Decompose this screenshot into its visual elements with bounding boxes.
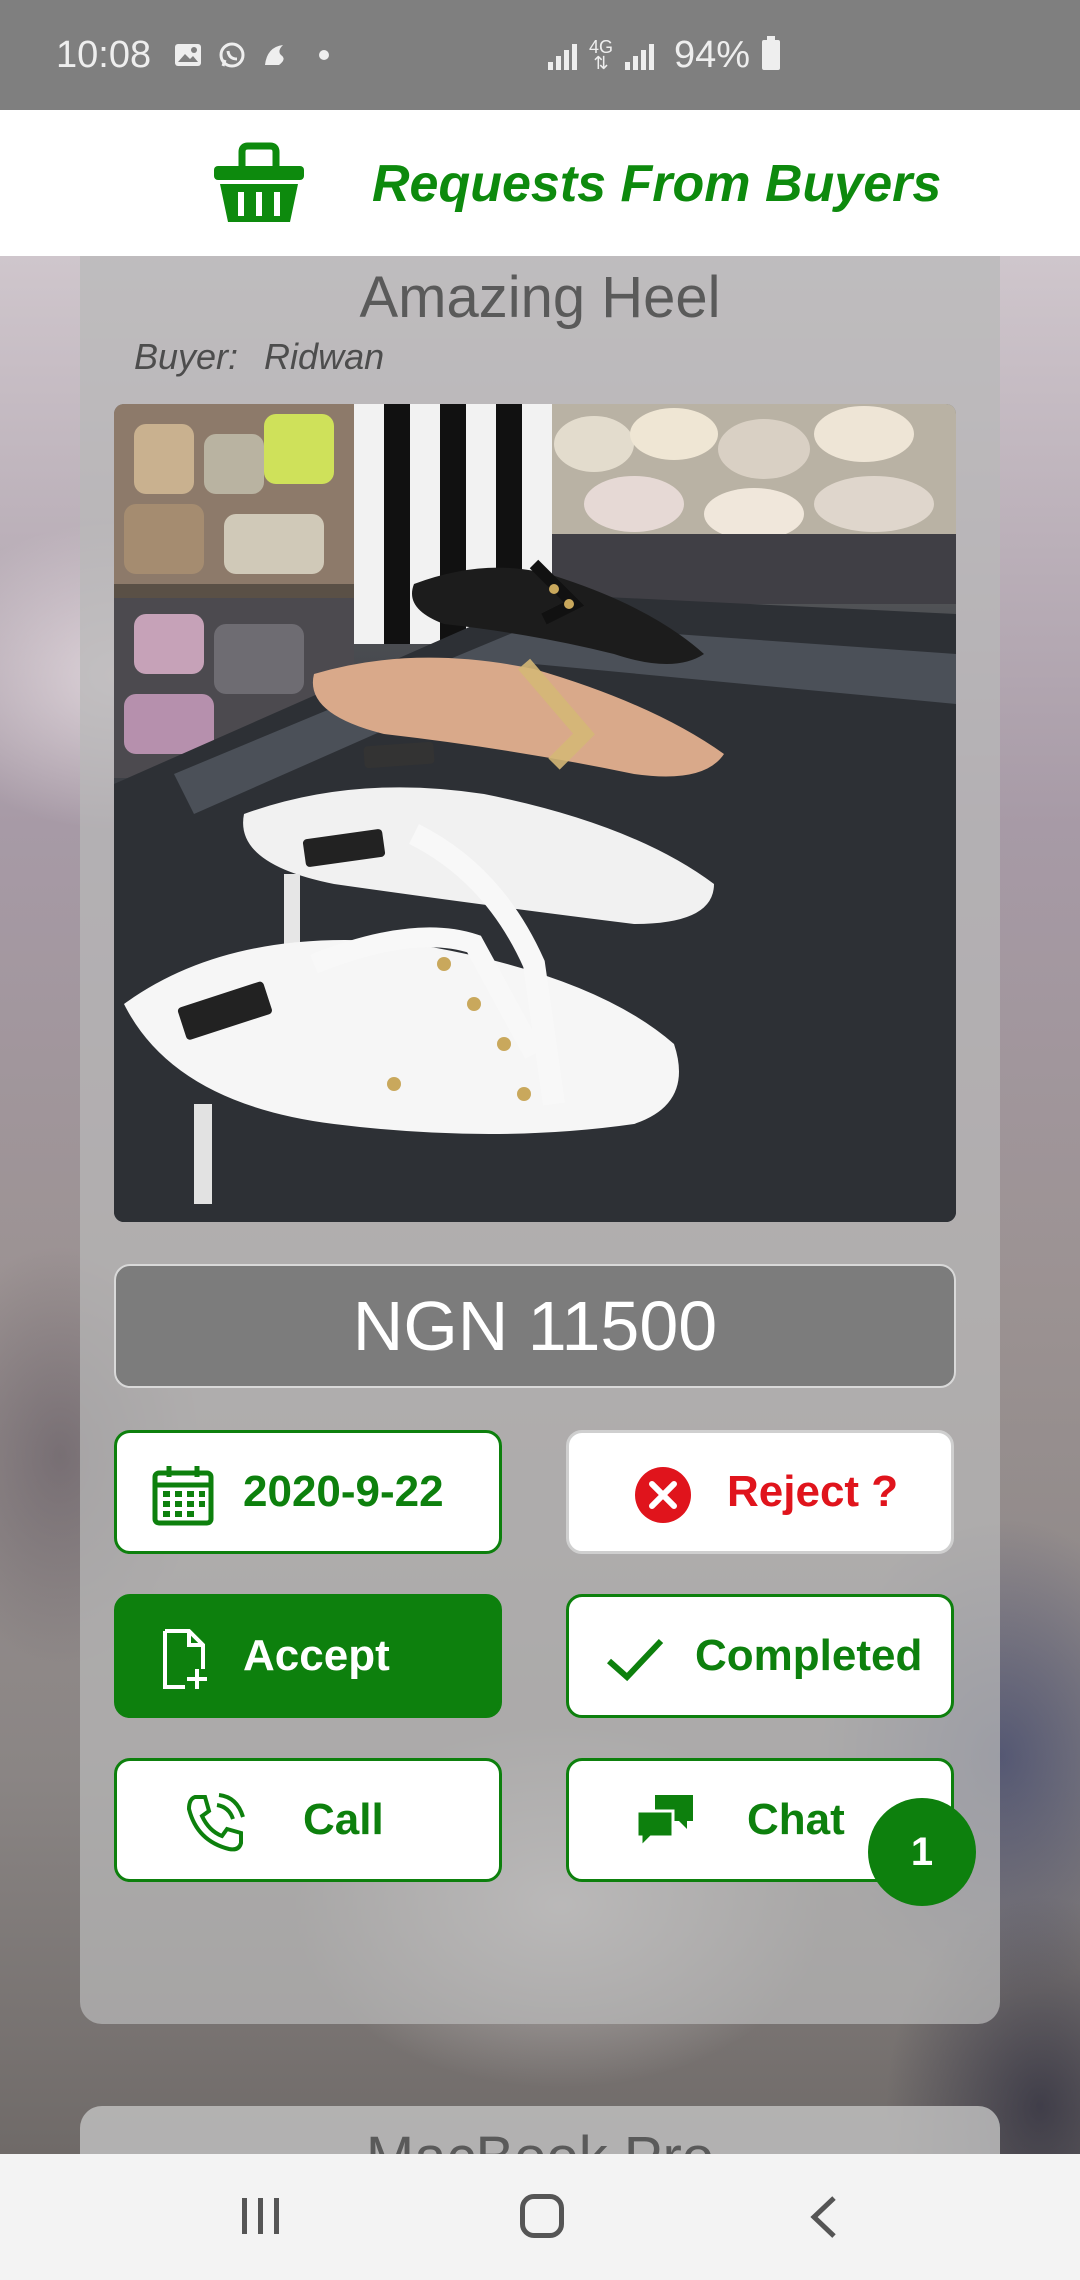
gallery-icon bbox=[175, 44, 202, 66]
reject-button[interactable]: Reject ? bbox=[566, 1430, 954, 1554]
call-button[interactable]: Call bbox=[114, 1758, 502, 1882]
chat-label: Chat bbox=[747, 1795, 845, 1844]
phone-icon bbox=[186, 1793, 245, 1852]
reject-label: Reject ? bbox=[727, 1467, 899, 1516]
completed-button[interactable]: Completed bbox=[566, 1594, 954, 1718]
request-card: Amazing Heel Buyer: Ridwan NGN 11500 202… bbox=[80, 256, 1000, 2024]
chat-bubbles-icon bbox=[635, 1795, 693, 1851]
page-title: Requests From Buyers bbox=[372, 155, 942, 213]
product-image[interactable] bbox=[114, 404, 956, 1222]
signal-icon-2 bbox=[625, 40, 655, 70]
product-photo-illustration bbox=[114, 404, 956, 1222]
app-header: Requests From Buyers bbox=[0, 110, 1080, 256]
accept-button[interactable]: Accept bbox=[114, 1594, 502, 1718]
price-display: NGN 11500 bbox=[114, 1264, 956, 1388]
calendar-icon bbox=[152, 1466, 214, 1526]
accept-label: Accept bbox=[243, 1631, 390, 1680]
date-button[interactable]: 2020-9-22 bbox=[114, 1430, 502, 1554]
buyer-name: Ridwan bbox=[264, 336, 385, 377]
check-icon bbox=[607, 1638, 664, 1682]
network-type-icon: 4G ⇅ bbox=[589, 37, 614, 73]
status-time: 10:08 bbox=[56, 33, 152, 76]
battery-icon bbox=[762, 36, 781, 70]
status-bar: 10:08 4G ⇅ 94% bbox=[0, 0, 1080, 110]
basket-icon bbox=[214, 142, 304, 222]
app-notification-icon bbox=[265, 45, 284, 65]
system-navigation-bar bbox=[0, 2154, 1080, 2280]
system-indicators: 4G ⇅ 94% bbox=[548, 0, 781, 110]
whatsapp-icon bbox=[219, 42, 245, 68]
buyer-row: Buyer: Ridwan bbox=[134, 336, 384, 378]
close-circle-icon bbox=[635, 1467, 691, 1523]
file-add-icon bbox=[163, 1629, 207, 1689]
back-icon[interactable] bbox=[806, 2194, 840, 2240]
date-label: 2020-9-22 bbox=[243, 1467, 444, 1516]
unread-chat-badge: 1 bbox=[868, 1798, 976, 1906]
notification-icons bbox=[173, 41, 330, 69]
home-icon[interactable] bbox=[520, 2194, 564, 2238]
completed-label: Completed bbox=[695, 1631, 923, 1680]
battery-percent: 94% bbox=[674, 33, 751, 76]
more-notifications-dot bbox=[319, 50, 330, 60]
buyer-label: Buyer: bbox=[134, 336, 239, 377]
signal-icon bbox=[548, 40, 577, 70]
product-name: Amazing Heel bbox=[359, 265, 721, 330]
call-label: Call bbox=[303, 1795, 384, 1844]
recent-apps-icon[interactable] bbox=[238, 2196, 284, 2236]
